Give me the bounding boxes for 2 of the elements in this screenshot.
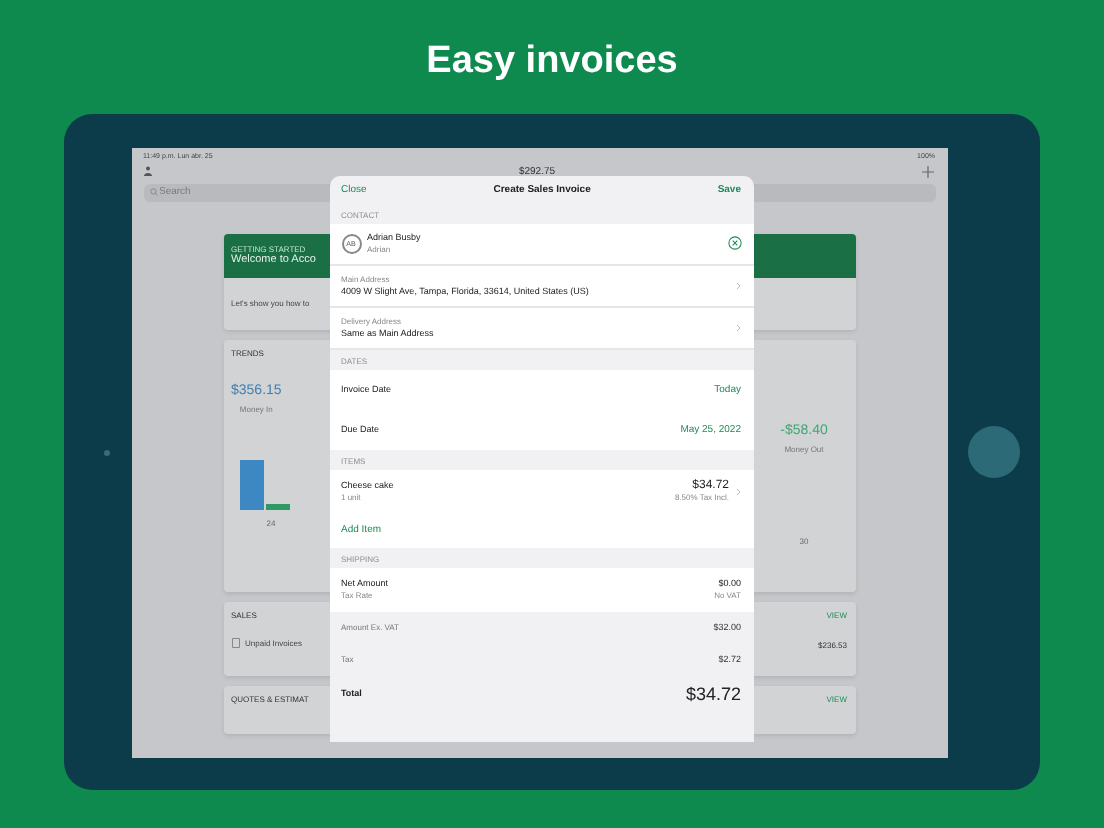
grand-total: $34.72 [685, 683, 741, 703]
headline: Easy invoices [426, 40, 678, 84]
